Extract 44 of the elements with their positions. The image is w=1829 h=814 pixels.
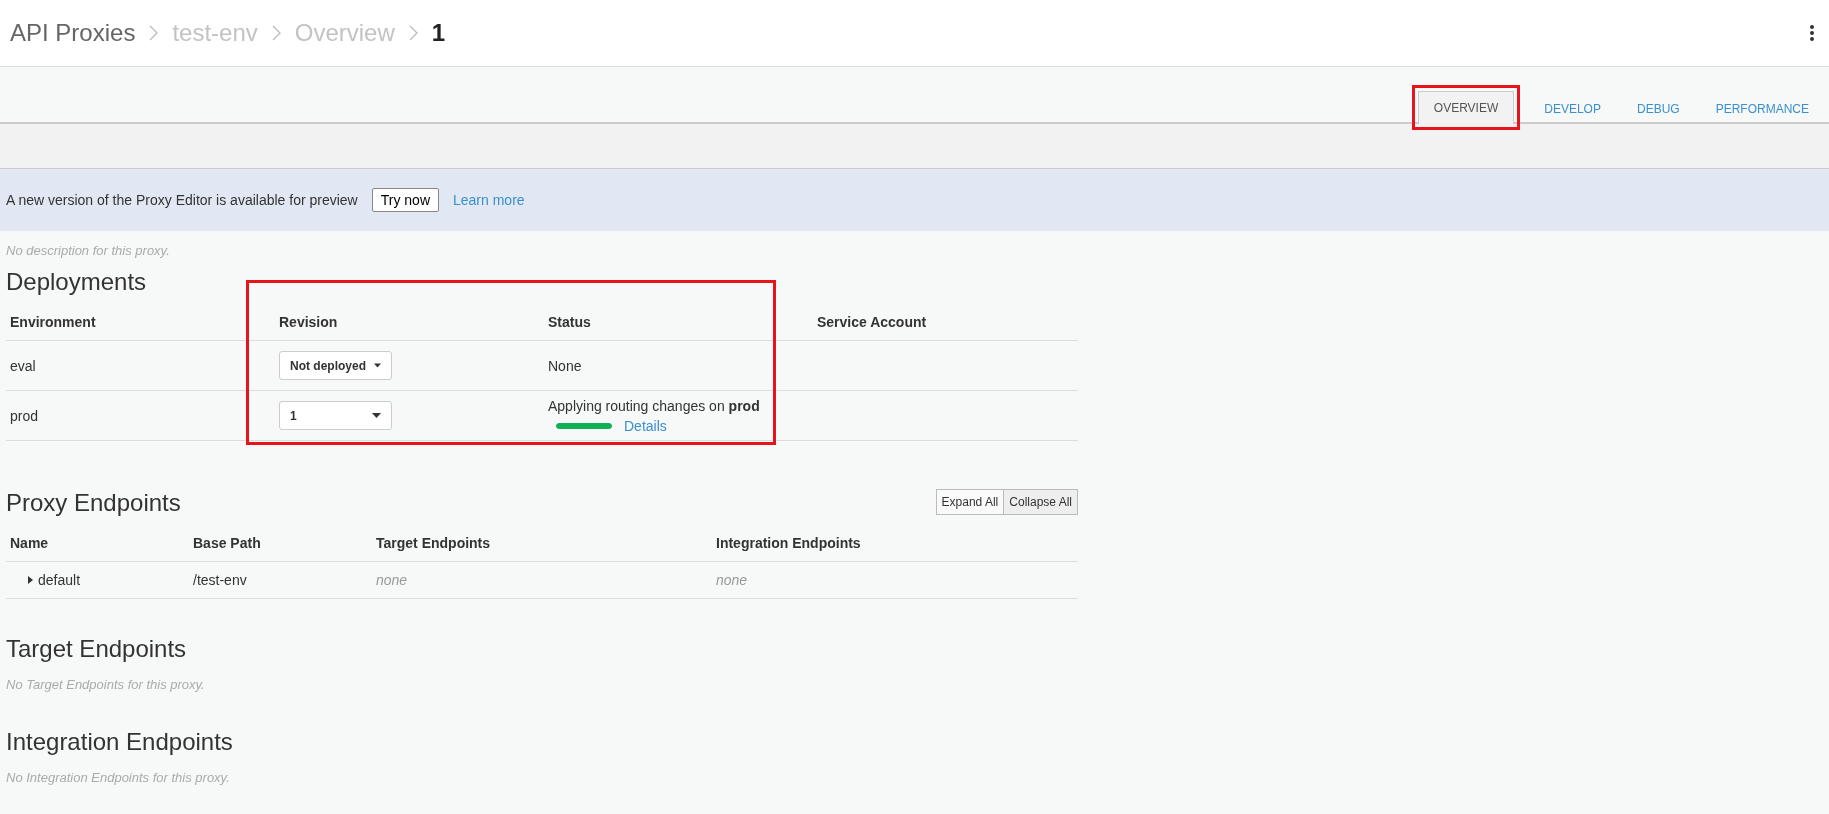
column-header: Target Endpoints <box>375 535 492 551</box>
table-cell-text: none <box>375 572 409 588</box>
caret-down-icon <box>374 363 381 368</box>
section-title: Target Endpoints <box>6 635 188 663</box>
column-header: Status <box>547 314 592 330</box>
collapse-all-button[interactable]: Collapse All <box>1004 489 1078 515</box>
description-text: No description for this proxy. <box>6 243 171 258</box>
table-cell-text: /test-env <box>192 572 248 588</box>
column-header: Revision <box>278 314 339 330</box>
details-link[interactable]: Details <box>624 417 667 434</box>
tab[interactable]: PERFORMANCE <box>1699 93 1825 124</box>
section-title: Deployments <box>6 268 148 296</box>
column-header: Service Account <box>816 314 928 330</box>
expand-all-button[interactable]: Expand All <box>935 489 1005 515</box>
status-text: Applying routing changes on prod <box>548 397 761 414</box>
breadcrumb-item[interactable]: API Proxies <box>10 19 136 47</box>
section-title: Integration Endpoints <box>6 728 234 756</box>
column-header: Name <box>9 535 50 551</box>
revision-dropdown[interactable]: Not deployed <box>279 351 392 380</box>
tab[interactable]: DEBUG <box>1620 93 1696 124</box>
column-header: Base Path <box>192 535 262 551</box>
progress-bar <box>556 422 612 429</box>
column-header: Integration Endpoints <box>715 535 862 551</box>
empty-message: No Target Endpoints for this proxy. <box>6 677 206 692</box>
column-header: Environment <box>9 314 97 330</box>
empty-message: No Integration Endpoints for this proxy. <box>6 770 231 785</box>
chevron-right-icon <box>271 25 281 41</box>
caret-right-icon[interactable] <box>28 576 33 584</box>
table-cell-text: none <box>715 572 749 588</box>
tab[interactable]: DEVELOP <box>1528 93 1617 124</box>
chevron-right-icon <box>149 25 159 41</box>
status-text: None <box>548 357 583 374</box>
breadcrumb-item: 1 <box>431 19 446 47</box>
revision-dropdown[interactable]: 1 <box>279 401 392 430</box>
banner-message: A new version of the Proxy Editor is available for preview <box>6 192 358 208</box>
caret-down-icon <box>372 413 381 418</box>
try-now-button[interactable]: Try now <box>371 188 439 212</box>
endpoint-name[interactable]: default <box>38 572 81 588</box>
section-title: Proxy Endpoints <box>6 489 181 517</box>
table-cell-text: eval <box>9 357 37 374</box>
learn-more-link[interactable]: Learn more <box>453 192 525 208</box>
chevron-right-icon <box>408 25 418 41</box>
table-cell-text: prod <box>9 407 40 424</box>
more-menu-icon[interactable] <box>1809 24 1815 42</box>
